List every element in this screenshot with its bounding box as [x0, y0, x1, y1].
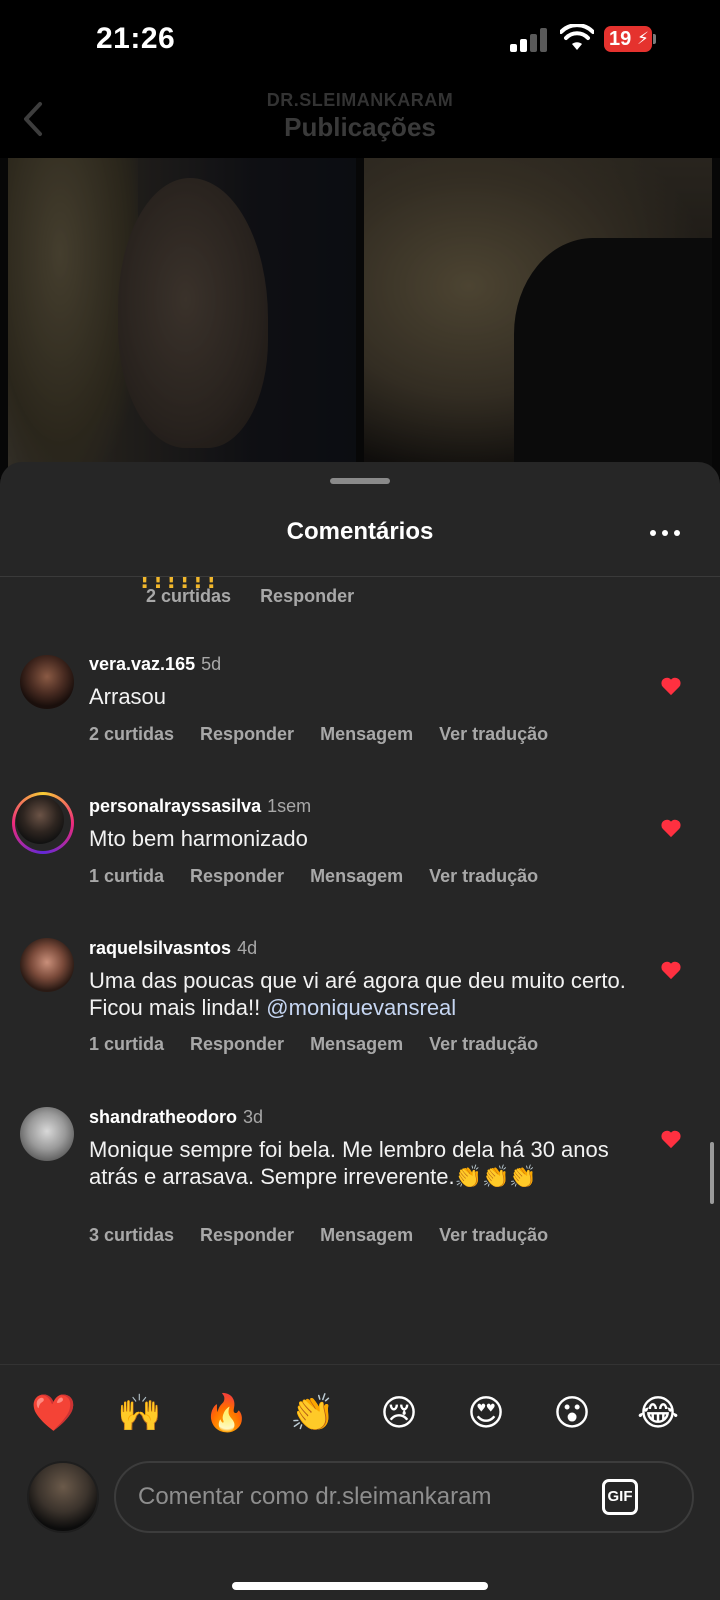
story-ring[interactable]	[12, 792, 74, 854]
avatar[interactable]	[20, 1107, 74, 1161]
liked-heart-icon[interactable]	[660, 676, 682, 696]
mention-link[interactable]: @moniquevansreal	[266, 995, 456, 1020]
liked-heart-icon[interactable]	[660, 960, 682, 980]
message-link[interactable]: Mensagem	[320, 1225, 413, 1245]
status-time: 21:26	[96, 22, 176, 55]
comment-time: 5d	[201, 654, 222, 674]
emoji-clapping[interactable]: 👏	[290, 1391, 335, 1435]
battery-icon: 19 ⚡	[604, 26, 656, 52]
comment-username[interactable]: raquelsilvasntos	[89, 938, 231, 958]
charging-bolt-icon: ⚡	[637, 29, 649, 48]
emoji-laughing[interactable]: 😂	[636, 1391, 680, 1435]
comment-text: Monique sempre foi bela. Me lembro dela …	[89, 1137, 609, 1189]
comment-time: 3d	[243, 1107, 264, 1127]
header-account-name: DR.SLEIMANKARAM	[266, 90, 454, 110]
sheet-grabber[interactable]	[330, 478, 390, 484]
emoji-crying[interactable]: 😢	[377, 1391, 421, 1435]
liked-heart-icon[interactable]	[660, 1129, 682, 1149]
emoji-raised-hands[interactable]: 🙌	[117, 1391, 162, 1435]
likes-count[interactable]: 2 curtidas	[146, 586, 231, 606]
comment-time: 1sem	[267, 796, 312, 816]
cellular-signal-icon	[510, 28, 548, 52]
reply-link[interactable]: Responder	[190, 1034, 284, 1054]
reply-link[interactable]: Responder	[260, 586, 354, 606]
likes-count[interactable]: 1 curtida	[89, 866, 164, 886]
post-header: DR.SLEIMANKARAM Publicações	[0, 80, 720, 158]
post-photo	[0, 158, 720, 478]
my-avatar[interactable]	[27, 1461, 99, 1533]
likes-count[interactable]: 2 curtidas	[89, 724, 174, 744]
battery-level: 19	[609, 28, 632, 50]
more-options-icon[interactable]	[650, 528, 680, 538]
comment-text: Arrasou	[89, 684, 167, 709]
translate-link[interactable]: Ver tradução	[439, 724, 548, 744]
home-indicator[interactable]	[232, 1582, 488, 1590]
reply-link[interactable]: Responder	[200, 1225, 294, 1245]
status-bar: 21:26 19 ⚡	[0, 0, 720, 80]
likes-count[interactable]: 3 curtidas	[89, 1225, 174, 1245]
emoji-fire[interactable]: 🔥	[204, 1391, 249, 1435]
gif-icon[interactable]: GIF	[602, 1479, 638, 1515]
liked-heart-icon[interactable]	[660, 818, 682, 838]
emoji-surprised[interactable]: 😮	[550, 1391, 594, 1435]
emoji-quick-bar: ❤️ 🙌 🔥 👏 😢 😍 😮 😂	[0, 1364, 720, 1444]
previous-comment-actions: 2 curtidas Responder	[146, 586, 378, 607]
comment-text: Mto bem harmonizado	[89, 826, 308, 851]
translate-link[interactable]: Ver tradução	[429, 866, 538, 886]
message-link[interactable]: Mensagem	[320, 724, 413, 744]
wifi-icon	[560, 24, 594, 50]
sheet-title: Comentários	[286, 518, 434, 545]
translate-link[interactable]: Ver tradução	[439, 1225, 548, 1245]
message-link[interactable]: Mensagem	[310, 866, 403, 886]
scrollbar[interactable]	[710, 1142, 714, 1204]
avatar[interactable]	[20, 655, 74, 709]
reply-link[interactable]: Responder	[200, 724, 294, 744]
comment-text: Uma das poucas que vi aré agora que deu …	[89, 967, 629, 1021]
translate-link[interactable]: Ver tradução	[429, 1034, 538, 1054]
likes-count[interactable]: 1 curtida	[89, 1034, 164, 1054]
page-title: Publicações	[284, 112, 436, 142]
avatar[interactable]	[20, 938, 74, 992]
comment-time: 4d	[237, 938, 258, 958]
emoji-heart-eyes[interactable]: 😍	[464, 1391, 508, 1435]
emoji-heart[interactable]: ❤️	[31, 1391, 76, 1435]
reply-link[interactable]: Responder	[190, 866, 284, 886]
comment-username[interactable]: vera.vaz.165	[89, 654, 195, 674]
comment-username[interactable]: personalrayssasilva	[89, 796, 261, 816]
avatar[interactable]	[16, 796, 64, 844]
message-link[interactable]: Mensagem	[310, 1034, 403, 1054]
comment-username[interactable]: shandratheodoro	[89, 1107, 237, 1127]
